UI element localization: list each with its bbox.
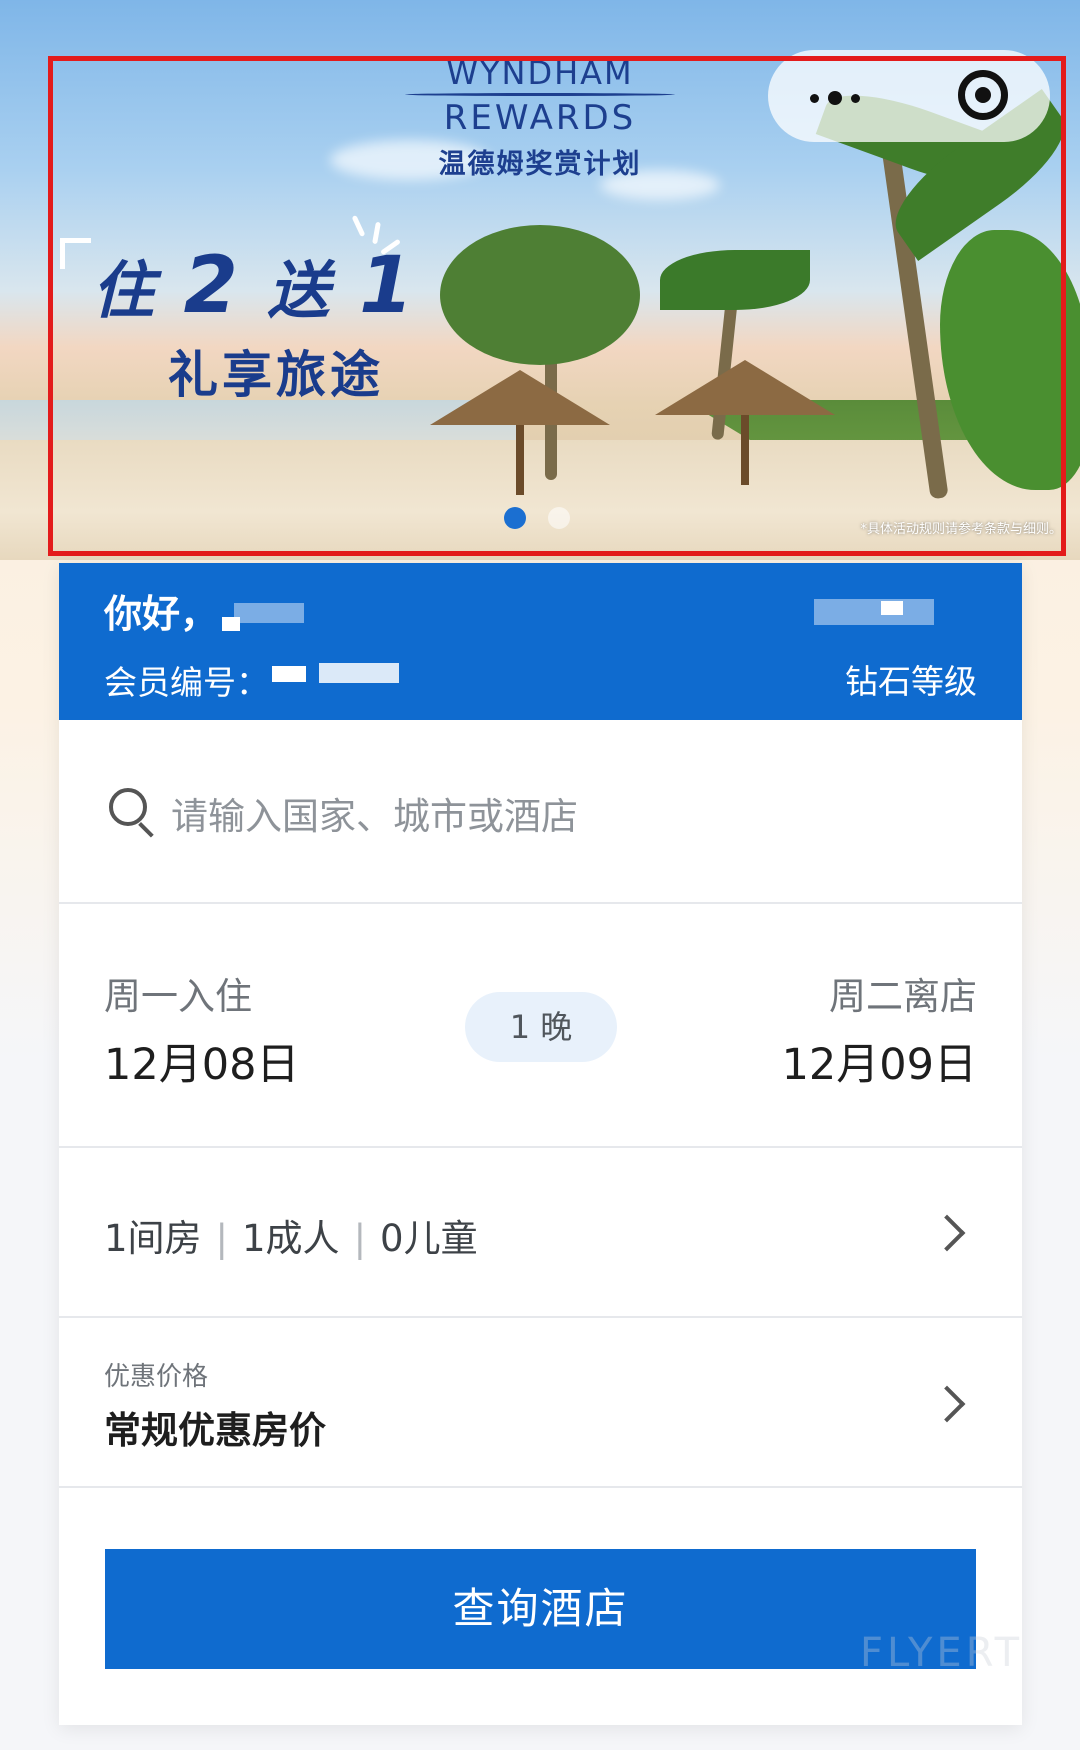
rooms-count: 1间房 [104, 1217, 202, 1260]
member-tier: 钻石等级 [845, 662, 977, 701]
rate-value: 常规优惠房价 [104, 1409, 326, 1452]
checkout-label: 周二离店 [829, 975, 977, 1018]
redacted-name [234, 603, 304, 623]
nights-badge: 1 晚 [465, 992, 617, 1062]
redacted-member-number [272, 666, 306, 682]
date-selector[interactable]: 周一入住 12月08日 1 晚 周二离店 12月09日 [59, 902, 1022, 1148]
room-guest-selector[interactable]: 1间房 | 1成人 | 0儿童 [59, 1146, 1022, 1318]
member-header: 你好， 会员编号： 钻石等级 [59, 563, 1022, 720]
room-guest-summary: 1间房 | 1成人 | 0儿童 [104, 1208, 478, 1262]
search-hotels-button[interactable]: 查询酒店 [105, 1549, 976, 1669]
separator: | [215, 1217, 229, 1260]
redacted-points [881, 601, 903, 615]
divider [59, 1486, 1022, 1488]
destination-search[interactable]: 请输入国家、城市或酒店 [59, 720, 1022, 902]
highlight-box [48, 56, 1066, 556]
chevron-right-icon[interactable] [928, 1385, 966, 1423]
separator: | [353, 1217, 367, 1260]
member-number-label: 会员编号： [104, 663, 269, 702]
search-icon [109, 788, 147, 826]
booking-card: 你好， 会员编号： 钻石等级 请输入国家、城市或酒店 周一入住 12月08日 1… [59, 563, 1022, 1725]
checkin-date[interactable]: 12月08日 [104, 1030, 299, 1092]
checkout-date[interactable]: 12月09日 [782, 1030, 977, 1092]
redacted-points [814, 599, 934, 625]
greeting-text: 你好， [104, 592, 219, 636]
children-count: 0儿童 [380, 1217, 478, 1260]
rate-selector[interactable]: 优惠价格 常规优惠房价 [59, 1316, 1022, 1488]
checkin-label: 周一入住 [104, 975, 252, 1018]
adults-count: 1成人 [242, 1217, 340, 1260]
rate-label: 优惠价格 [104, 1362, 209, 1392]
search-input[interactable]: 请输入国家、城市或酒店 [171, 786, 578, 840]
chevron-right-icon[interactable] [928, 1214, 966, 1252]
greeting: 你好， [104, 583, 241, 638]
redacted-member-number [319, 663, 399, 683]
watermark: FLYERT [860, 1630, 1024, 1676]
